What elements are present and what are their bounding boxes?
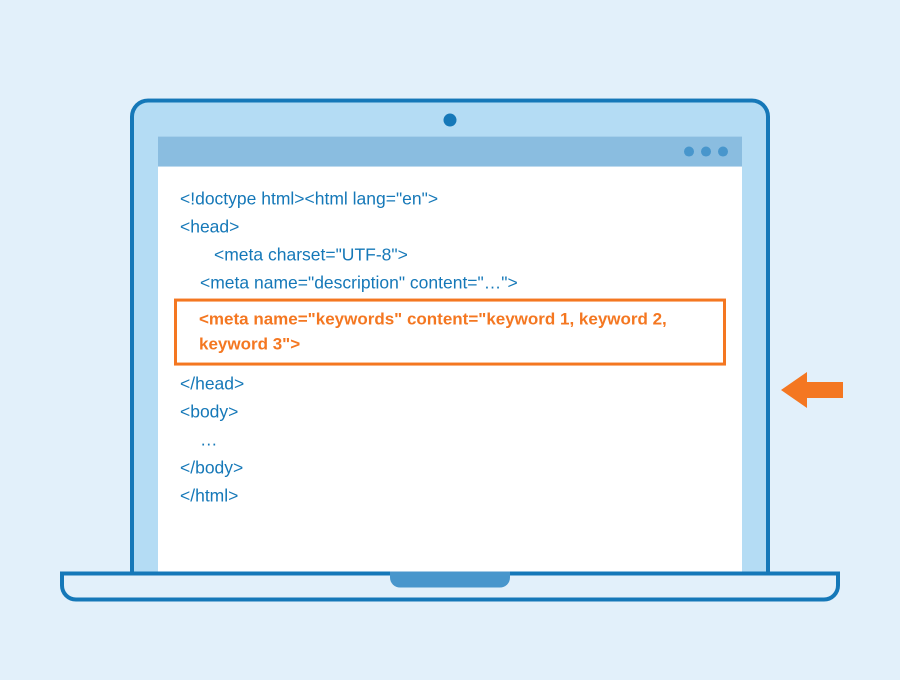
highlighted-code-box: <meta name="keywords" content="keyword 1… [174,299,726,366]
window-dot-icon [701,147,711,157]
code-line: </head> [180,370,720,398]
code-line: <meta charset="UTF-8"> [180,241,720,269]
laptop-notch [390,572,510,588]
laptop-screen: <!doctype html><html lang="en"> <head> <… [130,99,770,572]
code-line: </html> [180,482,720,510]
code-line: <body> [180,398,720,426]
arrow-left-icon [781,368,843,417]
code-line: <!doctype html><html lang="en"> [180,185,720,213]
window-controls [684,147,728,157]
code-line: </body> [180,454,720,482]
window-dot-icon [684,147,694,157]
code-display: <!doctype html><html lang="en"> <head> <… [158,167,742,572]
browser-window: <!doctype html><html lang="en"> <head> <… [158,137,742,572]
window-titlebar [158,137,742,167]
camera-icon [444,114,457,127]
laptop-illustration: <!doctype html><html lang="en"> <head> <… [130,99,770,602]
code-line: <meta name="description" content="…"> [180,269,720,297]
laptop-base [60,572,840,602]
highlighted-code: <meta name="keywords" content="keyword 1… [199,308,713,357]
code-line: <head> [180,213,720,241]
code-line: … [180,426,720,454]
window-dot-icon [718,147,728,157]
